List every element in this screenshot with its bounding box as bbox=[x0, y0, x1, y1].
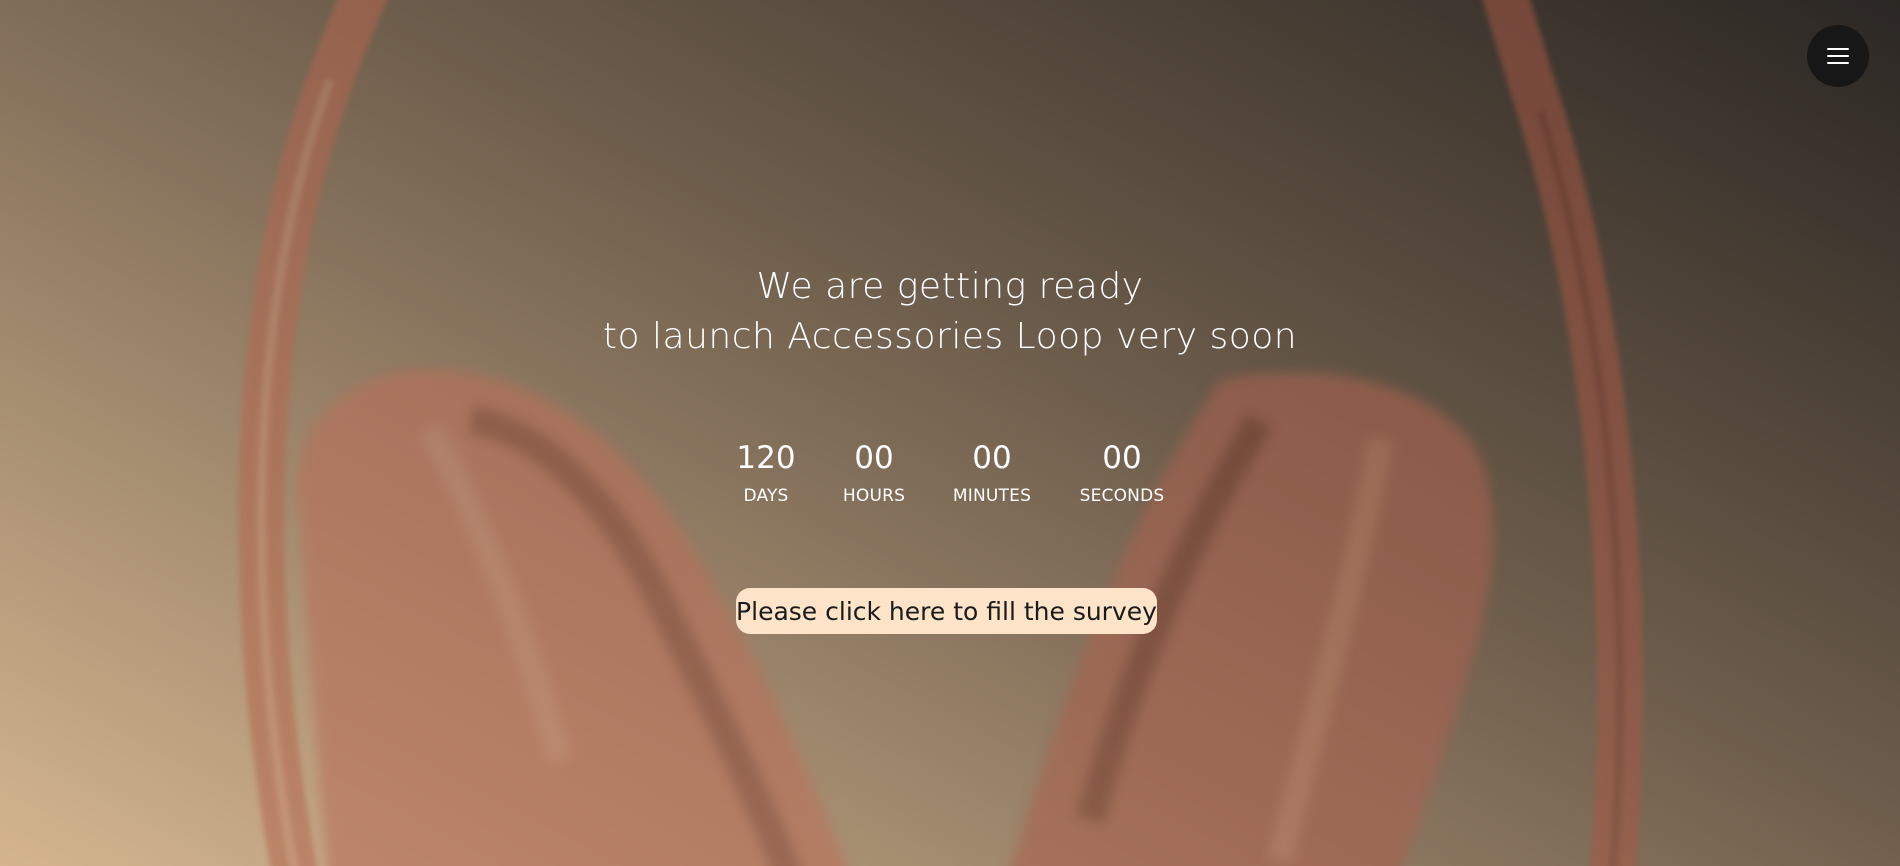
countdown-timer: 120 DAYS 00 HOURS 00 MINUTES 00 SECONDS bbox=[0, 436, 1900, 508]
countdown-minutes-label: MINUTES bbox=[952, 486, 1032, 506]
countdown-hours-label: HOURS bbox=[842, 486, 906, 506]
survey-button-label: Please click here to fill the survey bbox=[736, 596, 1157, 626]
countdown-days-label: DAYS bbox=[743, 486, 789, 506]
headline-line-1: We are getting ready bbox=[756, 266, 1144, 307]
countdown-days: 120 DAYS bbox=[712, 436, 820, 508]
hamburger-icon bbox=[1827, 47, 1849, 65]
headline-line-2: to launch Accessories Loop very soon bbox=[602, 316, 1298, 357]
countdown-hours: 00 HOURS bbox=[820, 436, 928, 508]
countdown-seconds-label: SECONDS bbox=[1079, 486, 1165, 506]
survey-button[interactable]: Please click here to fill the survey bbox=[736, 588, 1157, 634]
countdown-hours-value: 00 bbox=[854, 440, 894, 476]
countdown-minutes: 00 MINUTES bbox=[928, 436, 1056, 508]
menu-button[interactable] bbox=[1807, 25, 1869, 87]
countdown-days-value: 120 bbox=[736, 440, 796, 476]
headphones-icon bbox=[238, 0, 1644, 866]
countdown-seconds: 00 SECONDS bbox=[1056, 436, 1188, 508]
headline: We are getting ready to launch Accessori… bbox=[0, 262, 1900, 362]
hero-background bbox=[0, 0, 1900, 866]
countdown-minutes-value: 00 bbox=[972, 440, 1012, 476]
countdown-seconds-value: 00 bbox=[1102, 440, 1142, 476]
